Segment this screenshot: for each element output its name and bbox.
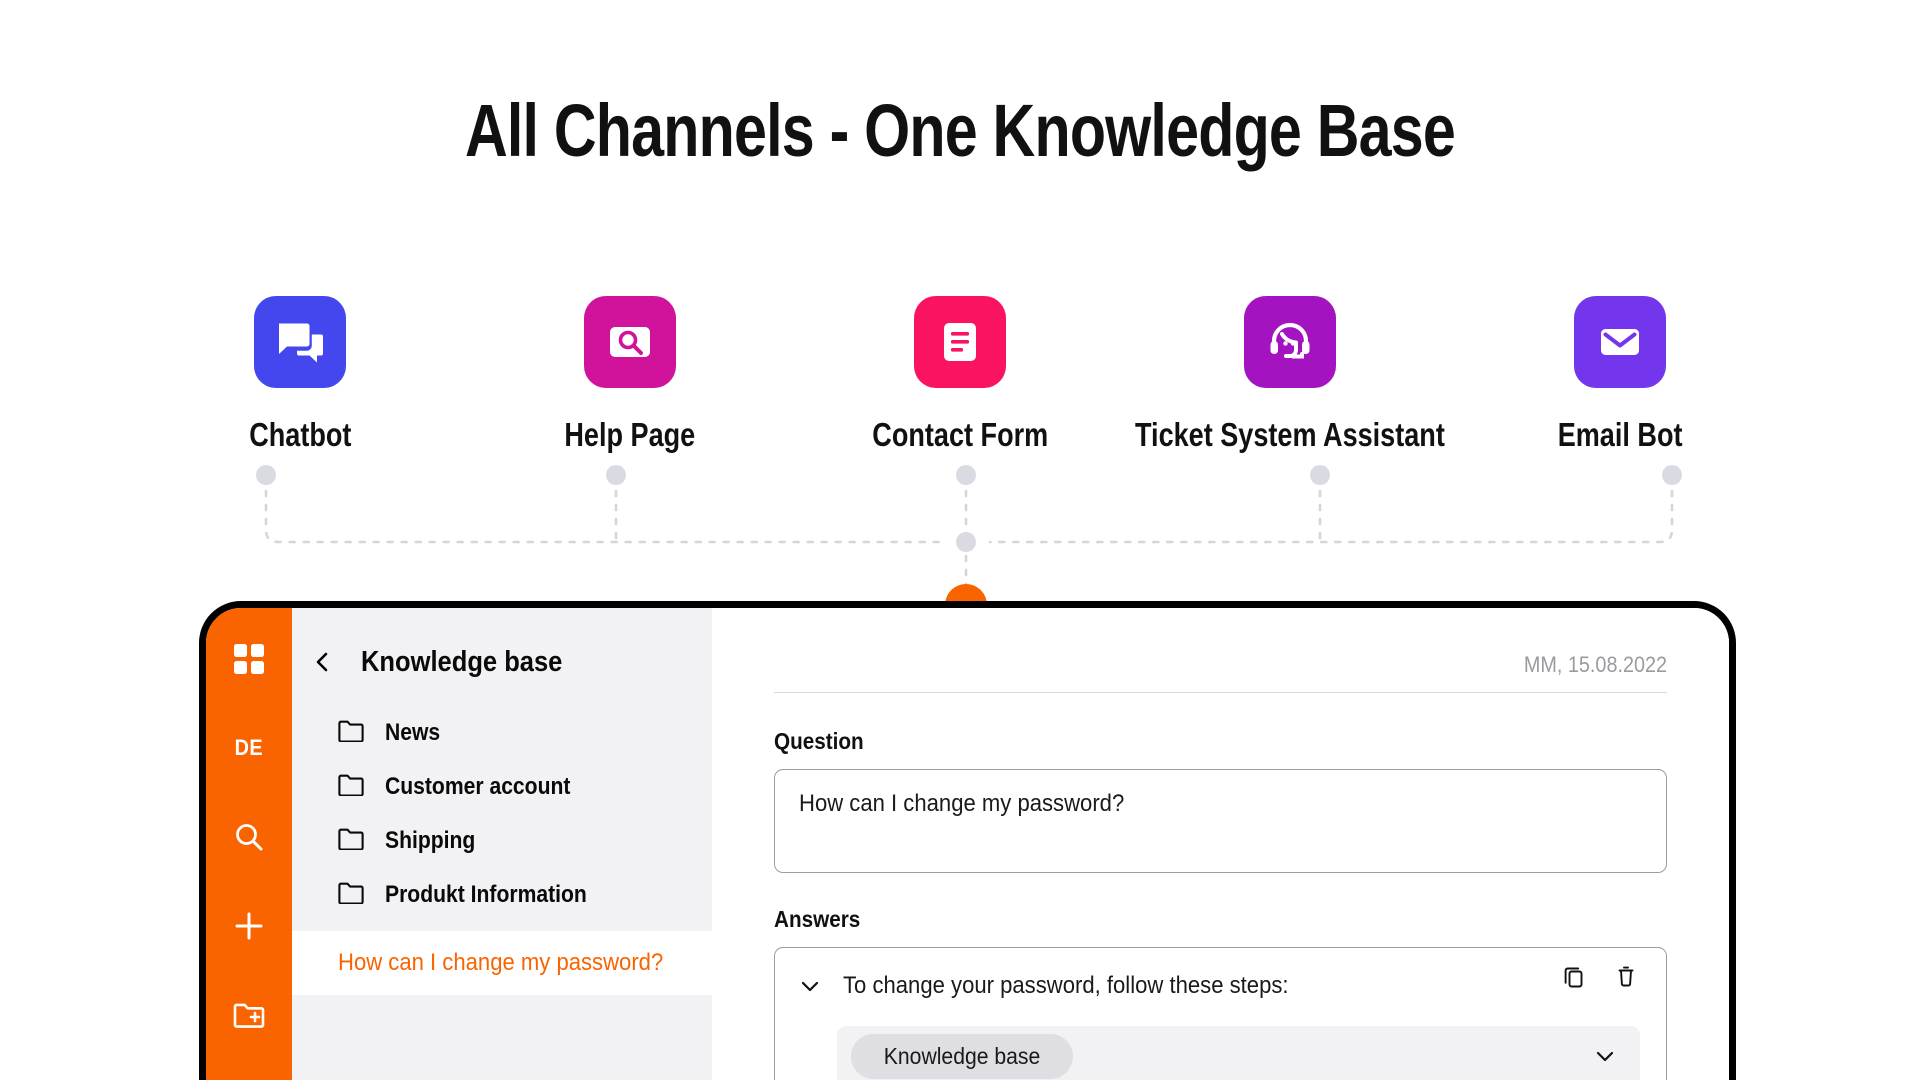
channel-help-page[interactable]: Help Page <box>480 296 780 454</box>
channel-chatbot[interactable]: Chatbot <box>150 296 450 454</box>
channel-row: Chatbot Help Page Contact Form Ticket Sy… <box>150 296 1770 454</box>
language-switch-de[interactable]: DE <box>226 725 272 771</box>
folder-item-shipping[interactable]: Shipping <box>292 814 712 868</box>
language-label: DE <box>234 735 264 760</box>
channel-label: Contact Form <box>872 416 1048 453</box>
channel-label: Chatbot <box>248 416 352 453</box>
channel-email-bot[interactable]: Email Bot <box>1470 296 1770 454</box>
folder-label: Customer account <box>385 773 571 800</box>
channel-ticket-system[interactable]: Ticket System Assistant <box>1135 296 1445 454</box>
chevron-down-icon[interactable] <box>797 973 823 999</box>
headset-agent-icon <box>1244 296 1336 388</box>
folder-label: News <box>385 719 441 746</box>
trash-icon[interactable] <box>1612 962 1640 990</box>
answer-card: To change your password, follow these st… <box>774 947 1667 1080</box>
plus-icon[interactable] <box>226 903 272 949</box>
question-label: Question <box>774 728 864 754</box>
question-entry-label: How can I change my password? <box>338 949 664 976</box>
magnifier-in-window-icon <box>584 296 676 388</box>
knowledge-base-header: Knowledge base <box>292 634 712 690</box>
answer-text: To change your password, follow these st… <box>843 972 1289 999</box>
list-item-selected-question[interactable]: How can I change my password? <box>292 931 712 995</box>
app-sidebar-rail: DE <box>206 608 292 1080</box>
meta-timestamp: MM, 15.08.2022 <box>1523 652 1667 677</box>
question-input[interactable]: How can I change my password? <box>774 769 1667 873</box>
back-chevron-icon[interactable] <box>308 647 338 677</box>
knowledge-base-title: Knowledge base <box>361 645 563 678</box>
envelope-icon <box>1574 296 1666 388</box>
channel-label: Email Bot <box>1557 416 1683 453</box>
page-root: All Channels - One Knowledge Base Chatbo… <box>0 0 1920 1080</box>
chat-bubbles-icon <box>254 296 346 388</box>
folder-icon <box>338 828 364 855</box>
folder-list: News Customer account Shipping Produkt I… <box>292 706 712 922</box>
answers-label: Answers <box>774 906 861 932</box>
channel-contact-form[interactable]: Contact Form <box>810 296 1110 454</box>
app-window: DE Knowledge base News Customer account … <box>199 601 1736 1080</box>
question-detail-pane: MM, 15.08.2022 Question How can I change… <box>712 608 1729 1080</box>
knowledge-base-list-panel: Knowledge base News Customer account Shi… <box>292 608 712 1080</box>
answer-source-select[interactable]: Knowledge base <box>837 1026 1640 1080</box>
new-folder-icon[interactable] <box>226 992 272 1038</box>
search-icon[interactable] <box>226 814 272 860</box>
channel-label: Help Page <box>564 416 696 453</box>
folder-icon <box>338 882 364 909</box>
divider <box>774 692 1667 693</box>
document-lines-icon <box>914 296 1006 388</box>
source-chip-label: Knowledge base <box>883 1042 1041 1069</box>
folder-icon <box>338 720 364 747</box>
dashboard-grid-icon[interactable] <box>226 636 272 682</box>
channel-label: Ticket System Assistant <box>1135 416 1445 453</box>
answer-card-actions <box>1560 962 1640 990</box>
folder-item-produkt-information[interactable]: Produkt Information <box>292 868 712 922</box>
folder-icon <box>338 774 364 801</box>
folder-label: Shipping <box>385 827 476 854</box>
folder-label: Produkt Information <box>385 881 587 908</box>
source-chip[interactable]: Knowledge base <box>851 1033 1074 1079</box>
channel-connectors <box>256 465 1682 615</box>
folder-item-customer-account[interactable]: Customer account <box>292 760 712 814</box>
copy-icon[interactable] <box>1560 962 1588 990</box>
chevron-down-icon[interactable] <box>1592 1043 1618 1069</box>
question-value: How can I change my password? <box>799 790 1125 817</box>
folder-item-news[interactable]: News <box>292 706 712 760</box>
answer-header[interactable]: To change your password, follow these st… <box>797 972 1640 1000</box>
page-title: All Channels - One Knowledge Base <box>464 89 1456 172</box>
